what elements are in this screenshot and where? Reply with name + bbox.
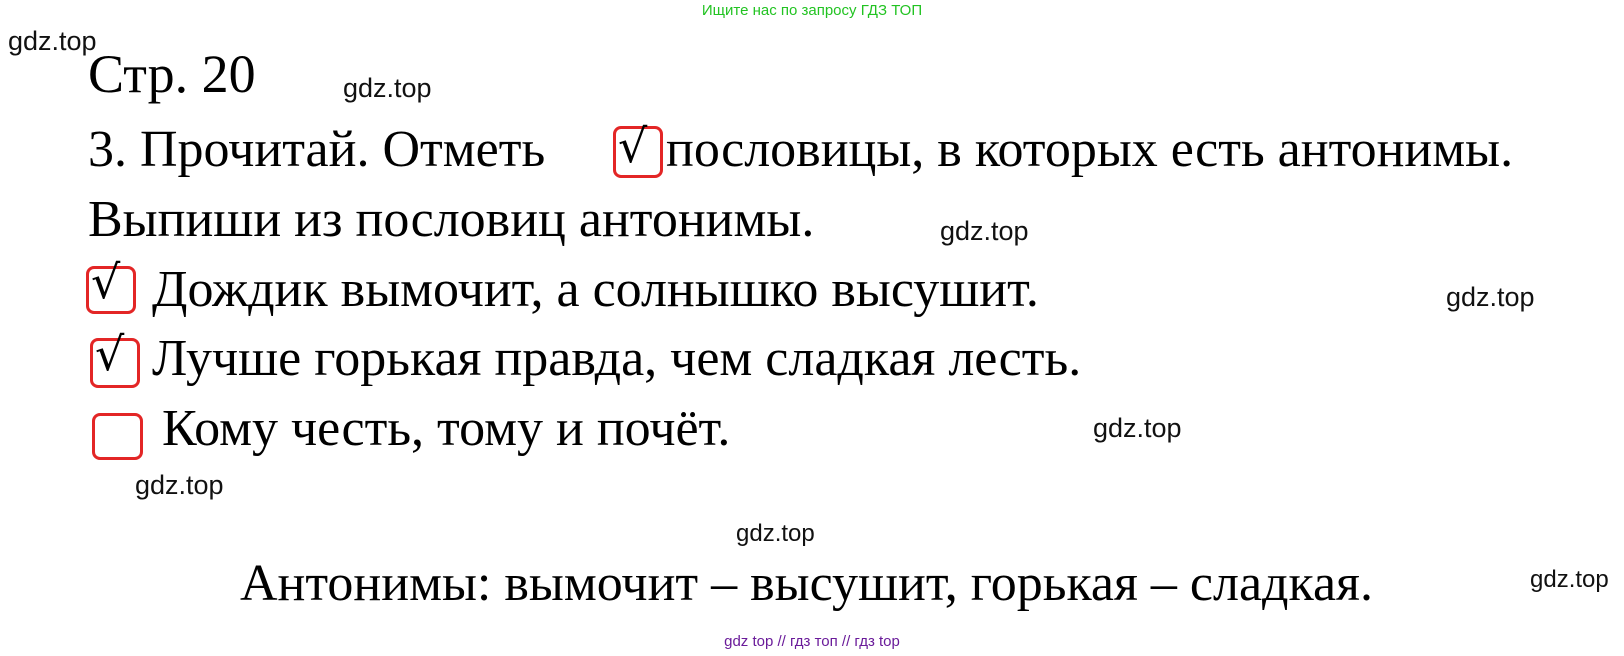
proverb-1: Дождик вымочит, а солнышко высушит. [152, 261, 1039, 318]
task-line-2: Выпиши из пословиц антонимы. [88, 191, 815, 248]
proverb-checkbox-3[interactable] [92, 413, 143, 460]
task-line-1-start: 3. Прочитай. Отметь [88, 121, 546, 178]
proverb-checkbox-2[interactable]: √ [90, 331, 140, 388]
footer-watermark: gdz top // гдз топ // гдз top [724, 633, 900, 650]
checkmark-icon: √ [95, 327, 125, 381]
watermark: gdz.top [1530, 566, 1609, 593]
watermark: gdz.top [1446, 282, 1535, 312]
proverb-3: Кому честь, тому и почёт. [162, 400, 731, 457]
page-title: Стр. 20 [88, 44, 256, 104]
checkmark-icon: √ [91, 255, 121, 309]
proverb-checkbox-1[interactable]: √ [86, 259, 136, 314]
task-line-1-end: пословицы, в которых есть антонимы. [666, 121, 1514, 178]
sample-checkbox: √ [613, 119, 663, 178]
checkmark-icon: √ [618, 119, 648, 173]
watermark: gdz.top [940, 216, 1029, 246]
watermark: gdz.top [1093, 413, 1182, 443]
watermark: gdz.top [135, 470, 224, 500]
watermark: gdz.top [8, 26, 97, 56]
proverb-2: Лучше горькая правда, чем сладкая лесть. [152, 330, 1082, 387]
watermark: gdz.top [736, 520, 815, 547]
top-banner: Ищите нас по запросу ГДЗ ТОП [701, 2, 923, 19]
answer-line: Антонимы: вымочит – высушит, горькая – с… [240, 555, 1373, 612]
watermark: gdz.top [343, 73, 432, 103]
